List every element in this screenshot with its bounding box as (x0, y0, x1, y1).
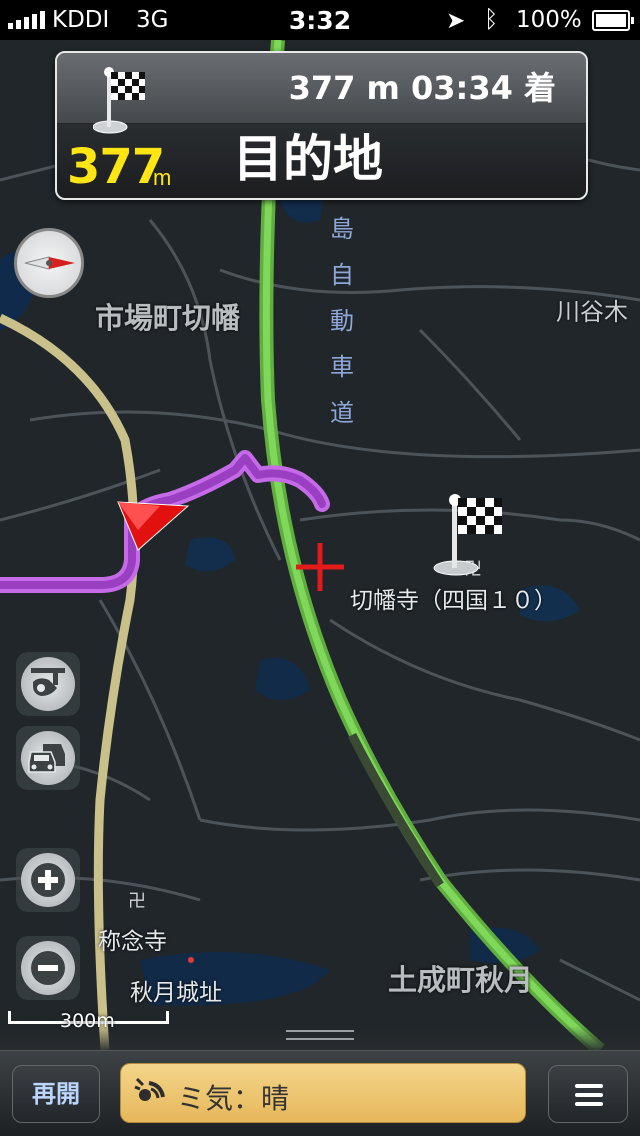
weather-icon (134, 1077, 165, 1101)
status-bar: KDDI 3G 3:32 ➤ ᛒ 100% (0, 0, 640, 40)
zoom-in-button[interactable] (16, 848, 80, 912)
highway-label: 徳 島 自 動 車 道 (330, 169, 354, 427)
bottom-toolbar: 再開 ミ気：晴 (0, 1050, 640, 1136)
resume-button[interactable]: 再開 (12, 1065, 100, 1123)
zoom-out-icon (31, 951, 65, 985)
info-ticker-text: ミ気：晴 (177, 1082, 290, 1115)
svg-text:卍: 卍 (128, 891, 146, 912)
battery-icon (592, 10, 634, 31)
drawer-handle[interactable] (0, 1026, 640, 1050)
compass-button[interactable] (14, 228, 84, 298)
navigation-screen: KDDI 3G 3:32 ➤ ᛒ 100% 卍 市場町切幡 川谷木 土成町秋月 … (0, 0, 640, 1136)
camera-button[interactable] (16, 652, 80, 716)
battery-percent: 100% (516, 7, 582, 33)
area-label-ichibacho: 市場町切幡 (95, 301, 241, 335)
camera-icon (31, 668, 65, 696)
distance-value: 377 (67, 139, 165, 195)
zoom-out-button[interactable] (16, 936, 80, 1000)
poi-label-shonenji[interactable]: 称念寺 (98, 922, 167, 956)
info-ticker[interactable]: ミ気：晴 (120, 1063, 526, 1123)
route-guidance-banner[interactable]: 377 m 03:34 着 377 m 目的地 (55, 51, 588, 200)
location-arrow-icon: ➤ (446, 8, 466, 34)
destination-flag-icon (433, 494, 502, 576)
menu-button[interactable] (548, 1065, 628, 1123)
poi-label-akizuki[interactable]: 秋月城址 (130, 973, 222, 1007)
traffic-icon (28, 744, 65, 773)
bluetooth-icon: ᛒ (484, 5, 499, 33)
eta-text: 377 m 03:34 着 (288, 69, 556, 107)
zoom-in-icon (31, 863, 65, 897)
traffic-button[interactable] (16, 726, 80, 790)
area-label-kawatani: 川谷木 (556, 298, 628, 326)
poi-label-kirihataji[interactable]: 切幡寺（四国１０） (350, 581, 557, 615)
area-label-donari: 土成町秋月 (388, 963, 534, 997)
distance-unit: m (153, 165, 172, 190)
destination-label: 目的地 (233, 130, 383, 188)
checkered-flag-icon (93, 67, 145, 134)
compass-icon (24, 256, 75, 270)
